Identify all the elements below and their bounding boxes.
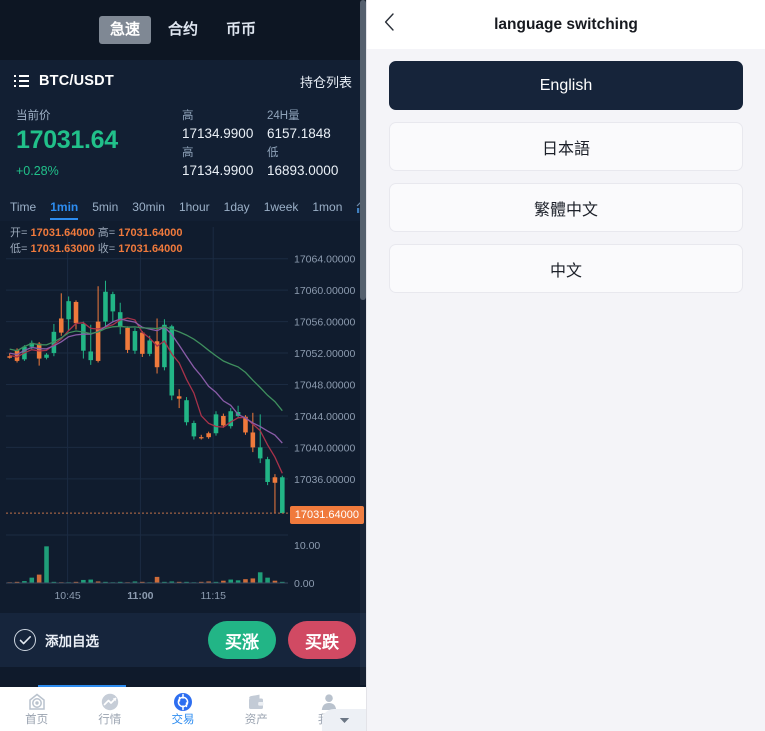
chevron-down-icon[interactable] [322,709,366,731]
svg-text:17040.00000: 17040.00000 [294,442,355,454]
language-option-traditional-chinese[interactable]: 繁體中文 [389,183,743,232]
nav-item-markets[interactable]: 行情 [73,692,146,727]
buy-up-button[interactable]: 买涨 [208,621,276,659]
svg-text:10:45: 10:45 [54,590,80,602]
svg-text:17052.00000: 17052.00000 [294,348,355,360]
price-change-percent: +0.28% [16,164,59,178]
app-root: 急速 合约 币币 BTC/USDT 持仓列表 当前价 17031.64 +0.2 [0,0,765,731]
panel-header: language switching [367,0,765,49]
language-option-chinese[interactable]: 中文 [389,244,743,293]
metric-volume24h-label: 24H量 [267,110,300,122]
pair-row: BTC/USDT 持仓列表 [14,60,352,102]
svg-text:17056.00000: 17056.00000 [294,317,355,329]
back-button[interactable] [367,0,411,49]
market-type-tabs: 急速 合约 币币 [0,0,366,60]
current-price-block: 当前价 17031.64 +0.28% [14,108,182,181]
chart-canvas: 17064.00000 17060.00000 17056.00000 17052.0… [0,221,366,613]
svg-text:10.00: 10.00 [294,540,320,552]
current-price-value: 17031.64 [16,126,118,154]
interval-30min[interactable]: 30min [132,194,165,220]
interval-1week[interactable]: 1week [264,194,299,220]
metric-low-label: 低 [267,147,279,159]
chevron-left-icon [384,13,395,36]
tab-contract[interactable]: 合约 [157,16,209,44]
nav-label-home: 首页 [25,713,49,726]
metric-high-2-label: 高 [182,147,194,159]
nav-item-trade[interactable]: 交易 [146,692,219,727]
wallet-icon [246,692,266,712]
metric-volume24h-value: 6157.1848 [267,126,331,141]
metric-high-label: 高 [182,110,194,122]
language-option-english[interactable]: English [389,61,743,110]
metric-low-value: 16893.0000 [267,163,339,178]
quote-stats: 当前价 17031.64 +0.28% 高 17134.9900 24H量 61… [14,108,352,181]
nav-item-home[interactable]: 首页 [0,692,73,727]
nav-item-assets[interactable]: 资产 [220,692,293,727]
interval-1hour[interactable]: 1hour [179,194,210,220]
svg-text:0.00: 0.00 [294,578,315,590]
interval-5min[interactable]: 5min [92,194,118,220]
order-buttons: 买涨 买跌 [208,621,356,659]
pair-left-group[interactable]: BTC/USDT [14,73,114,89]
svg-text:17044.00000: 17044.00000 [294,411,355,423]
language-option-japanese[interactable]: 日本語 [389,122,743,171]
svg-text:17036.00000: 17036.00000 [294,474,355,486]
trading-app-panel: 急速 合约 币币 BTC/USDT 持仓列表 当前价 17031.64 +0.2 [0,0,366,731]
svg-text:17048.00000: 17048.00000 [294,380,355,392]
exchange-circle-icon [173,692,193,712]
page-title: language switching [494,15,638,33]
candlestick-chart[interactable]: 开= 17031.64000 高= 17031.64000 低= 17031.6… [0,221,366,613]
metric-high-value: 17134.9900 [182,126,254,141]
nav-label-assets: 资产 [244,713,268,726]
home-target-icon [27,692,47,712]
quote-header: BTC/USDT 持仓列表 当前价 17031.64 +0.28% 高 1713… [0,60,366,193]
interval-time[interactable]: Time [10,194,36,220]
svg-text:11:00: 11:00 [127,590,153,602]
list-icon[interactable] [14,74,29,88]
nav-active-indicator [38,685,126,687]
metric-low: 低 16893.0000 [267,145,352,180]
bottom-navigation: 首页 行情 交易 资产 [0,685,366,731]
nav-label-trade: 交易 [171,713,195,726]
positions-list-link[interactable]: 持仓列表 [300,72,352,91]
svg-text:17064.00000: 17064.00000 [294,254,355,266]
language-option-list: English 日本語 繁體中文 中文 [367,49,765,293]
metric-volume24h: 24H量 6157.1848 [267,108,352,143]
check-circle-icon [14,629,36,651]
interval-1min[interactable]: 1min [50,194,79,220]
svg-text:11:15: 11:15 [200,590,226,602]
svg-text:17060.00000: 17060.00000 [294,285,355,297]
add-favorite-label: 添加自选 [45,634,99,649]
metric-high: 高 17134.9900 [182,108,267,143]
current-price-label: 当前价 [16,110,51,122]
chart-interval-bar: Time 1min 5min 30min 1hour 1day 1week 1m… [0,193,366,221]
interval-1mon[interactable]: 1mon [312,194,342,220]
metric-high-2-value: 17134.9900 [182,163,254,178]
last-price-tag: 17031.64000 [289,506,364,525]
nav-label-markets: 行情 [98,713,122,726]
pair-symbol: BTC/USDT [39,73,114,89]
language-switching-panel: language switching English 日本語 繁體中文 中文 [366,0,765,731]
trend-arrow-icon [100,692,120,712]
quote-metrics-grid: 高 17134.9900 24H量 6157.1848 高 17134.9900… [182,108,352,180]
trade-action-bar: 添加自选 买涨 买跌 [0,613,366,667]
add-favorite-button[interactable]: 添加自选 [14,629,99,651]
metric-high-2: 高 17134.9900 [182,145,267,180]
tab-coin[interactable]: 币币 [215,16,267,44]
tab-fast[interactable]: 急速 [98,16,151,44]
interval-1day[interactable]: 1day [224,194,250,220]
buy-down-button[interactable]: 买跌 [288,621,356,659]
